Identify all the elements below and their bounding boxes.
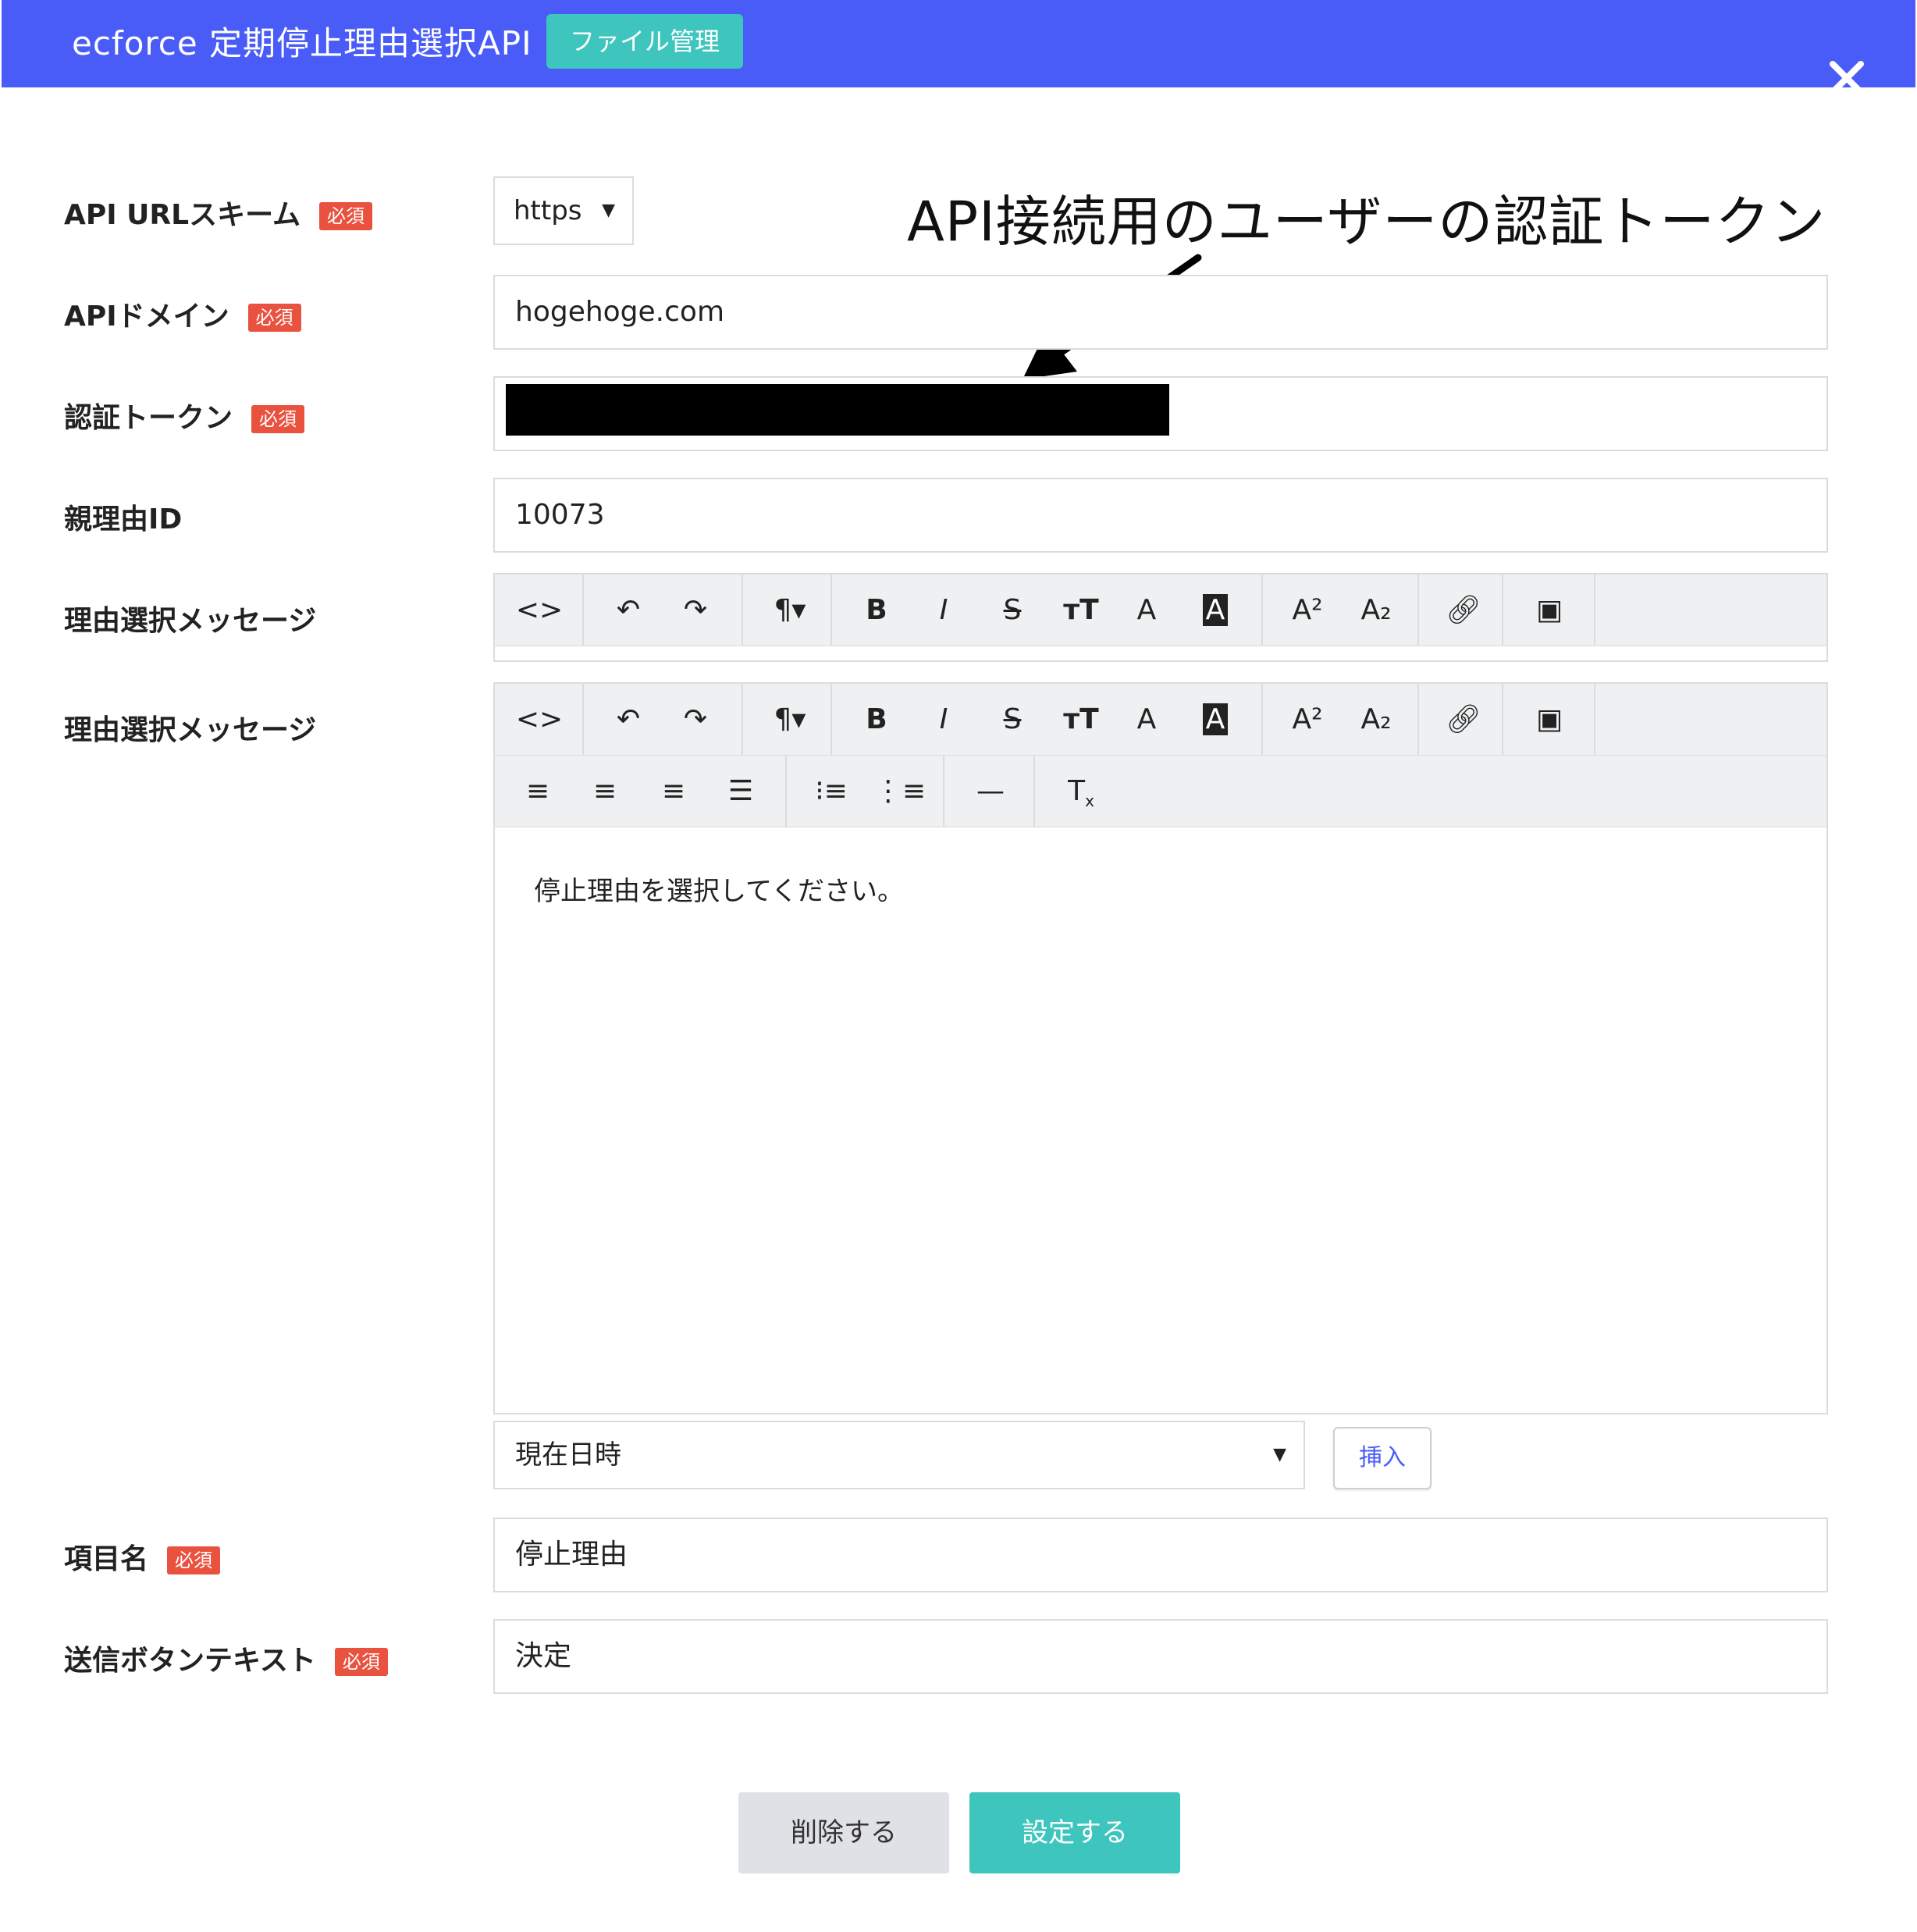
superscript-icon[interactable]: A² (1280, 575, 1335, 646)
app-title: ecforce 定期停止理由選択API (72, 24, 532, 62)
subscript-icon[interactable]: A₂ (1349, 684, 1403, 756)
paragraph-icon[interactable]: ¶▾ (760, 684, 820, 756)
chevron-down-icon: ▼ (602, 201, 615, 220)
submit-text-label: 送信ボタンテキスト 必須 (64, 1638, 388, 1678)
chevron-down-icon: ▼ (1273, 1445, 1286, 1464)
font-size-icon[interactable]: ᴛT (1052, 575, 1110, 646)
editor-toolbar-row-1: <> ↶ ↷ ¶▾ B I S ᴛT A A A² A₂ 🔗︎ ▣ (495, 684, 1826, 756)
scheme-select[interactable]: https ▼ (493, 176, 634, 245)
annotation-text: API接続用のユーザーの認証トークン (907, 190, 1826, 254)
delete-button[interactable]: 削除する (738, 1792, 949, 1873)
font-size-icon[interactable]: ᴛT (1052, 684, 1110, 756)
unordered-list-icon[interactable]: ⁝≡ (804, 756, 859, 827)
clear-format-icon[interactable]: Tx (1052, 756, 1110, 827)
redo-icon[interactable]: ↷ (668, 575, 723, 646)
code-view-icon[interactable]: <> (510, 575, 568, 646)
scheme-label: API URLスキーム 必須 (64, 192, 372, 233)
font-color-icon[interactable]: A (1119, 575, 1174, 646)
editor-content[interactable]: 停止理由を選択してください。 (534, 870, 904, 908)
header-bar: ecforce 定期停止理由選択API ファイル管理 (2, 0, 1915, 87)
subscript-icon[interactable]: A₂ (1349, 575, 1403, 646)
align-left-icon[interactable]: ≡ (510, 756, 565, 827)
redacted-token (506, 384, 1169, 436)
code-view-icon[interactable]: <> (510, 684, 568, 756)
message-2-label: 理由選択メッセージ (64, 714, 317, 746)
domain-label: APIドメイン 必須 (64, 294, 301, 334)
horizontal-rule-icon[interactable]: — (962, 756, 1019, 827)
required-badge: 必須 (319, 202, 372, 230)
parent-id-label: 親理由ID (64, 503, 183, 535)
insert-variable-select[interactable]: 現在日時 ▼ (493, 1421, 1305, 1489)
parent-id-input[interactable]: 10073 (493, 478, 1828, 553)
insert-button[interactable]: 挿入 (1333, 1427, 1432, 1489)
italic-icon[interactable]: I (916, 684, 971, 756)
item-name-label: 項目名 必須 (64, 1536, 221, 1577)
submit-text-input[interactable]: 決定 (493, 1619, 1828, 1694)
link-icon[interactable]: 🔗︎ (1436, 684, 1491, 756)
align-justify-icon[interactable]: ☰ (713, 756, 768, 827)
link-icon[interactable]: 🔗︎ (1436, 575, 1491, 646)
required-badge: 必須 (251, 405, 305, 433)
strikethrough-icon[interactable]: S (985, 684, 1040, 756)
image-icon[interactable]: ▣ (1520, 684, 1578, 756)
message-1-label: 理由選択メッセージ (64, 605, 317, 637)
strikethrough-icon[interactable]: S (985, 575, 1040, 646)
paragraph-icon[interactable]: ¶▾ (760, 575, 820, 646)
align-right-icon[interactable]: ≡ (646, 756, 701, 827)
bold-icon[interactable]: B (849, 575, 904, 646)
ordered-list-icon[interactable]: ⋮≡ (873, 756, 927, 827)
background-color-icon[interactable]: A (1188, 575, 1243, 646)
token-label: 認証トークン 必須 (64, 395, 305, 436)
undo-icon[interactable]: ↶ (601, 575, 656, 646)
undo-icon[interactable]: ↶ (601, 684, 656, 756)
insert-variable-value: 現在日時 (515, 1439, 621, 1471)
image-icon[interactable]: ▣ (1520, 575, 1578, 646)
italic-icon[interactable]: I (916, 575, 971, 646)
bold-icon[interactable]: B (849, 684, 904, 756)
redo-icon[interactable]: ↷ (668, 684, 723, 756)
font-color-icon[interactable]: A (1119, 684, 1174, 756)
scheme-select-value: https (514, 195, 582, 226)
required-badge: 必須 (167, 1546, 221, 1574)
editor-toolbar: <> ↶ ↷ ¶▾ B I S ᴛT A A A² A₂ 🔗︎ ▣ (495, 575, 1826, 646)
domain-input[interactable]: hogehoge.com (493, 275, 1828, 350)
align-center-icon[interactable]: ≡ (578, 756, 632, 827)
save-button[interactable]: 設定する (969, 1792, 1180, 1873)
item-name-input[interactable]: 停止理由 (493, 1517, 1828, 1592)
required-badge: 必須 (334, 1648, 388, 1676)
superscript-icon[interactable]: A² (1280, 684, 1335, 756)
editor-toolbar-row-2: ≡ ≡ ≡ ☰ ⁝≡ ⋮≡ — Tx (495, 756, 1826, 827)
background-color-icon[interactable]: A (1188, 684, 1243, 756)
required-badge: 必須 (247, 304, 301, 332)
file-management-button[interactable]: ファイル管理 (546, 14, 743, 69)
close-icon[interactable] (1823, 55, 1870, 101)
message-editor-1: <> ↶ ↷ ¶▾ B I S ᴛT A A A² A₂ 🔗︎ ▣ (493, 573, 1828, 662)
message-editor-2: <> ↶ ↷ ¶▾ B I S ᴛT A A A² A₂ 🔗︎ ▣ ≡ ≡ ≡ … (493, 682, 1828, 1414)
